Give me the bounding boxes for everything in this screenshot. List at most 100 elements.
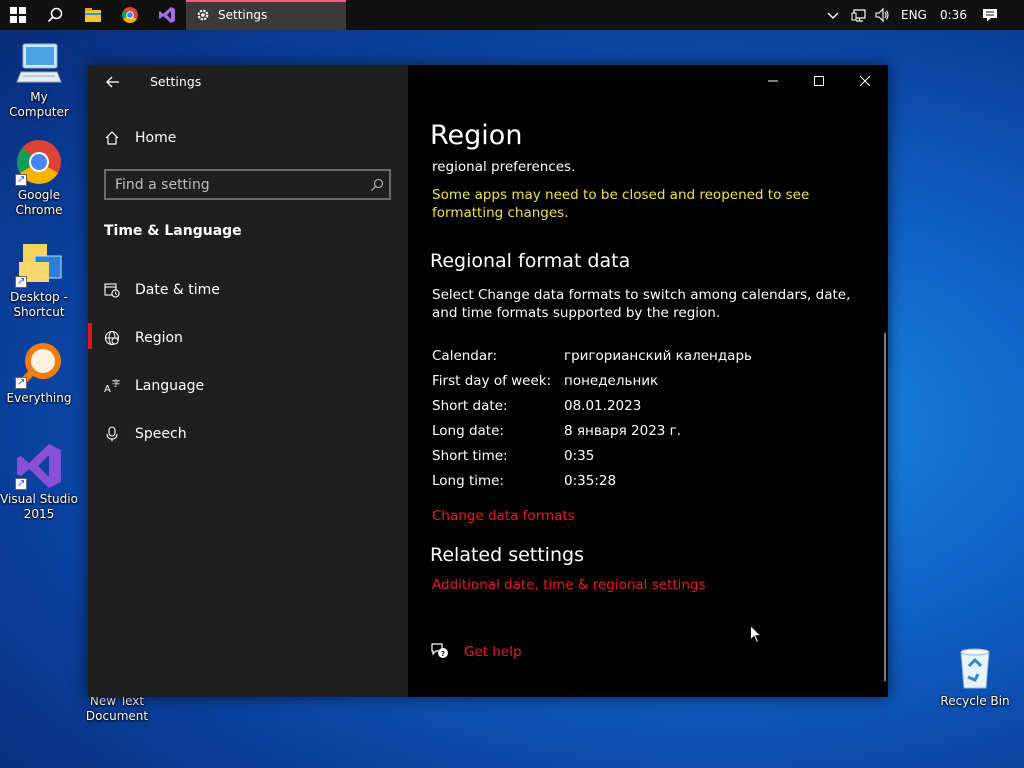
desktop-icon-label: Everything bbox=[6, 391, 72, 405]
help-chat-icon: ? bbox=[430, 642, 450, 662]
language-icon: A 字 bbox=[104, 378, 120, 394]
region-content-pane: Region regional preferences. Some apps m… bbox=[408, 65, 888, 697]
maximize-button[interactable] bbox=[796, 65, 842, 97]
format-row-value: григорианский календарь bbox=[564, 348, 752, 364]
related-settings-heading: Related settings bbox=[430, 544, 584, 566]
folder-icon bbox=[85, 8, 101, 22]
taskbar-settings-label: Settings bbox=[218, 8, 268, 22]
format-row-label: Calendar: bbox=[432, 348, 498, 364]
additional-regional-settings-link[interactable]: Additional date, time & regional setting… bbox=[432, 576, 706, 594]
svg-text:字: 字 bbox=[112, 378, 120, 388]
desktop-icon-label: Visual Studio 2015 bbox=[0, 492, 78, 521]
format-row-value: 08.01.2023 bbox=[564, 398, 642, 414]
page-title: Region bbox=[430, 120, 523, 151]
nav-item-label: Date & time bbox=[135, 282, 220, 298]
content-scrollbar[interactable] bbox=[884, 333, 886, 681]
notification-icon bbox=[983, 9, 997, 22]
computer-icon bbox=[16, 43, 62, 83]
format-row-label: Long date: bbox=[432, 423, 504, 439]
speaker-icon bbox=[875, 7, 889, 23]
show-hidden-icons[interactable] bbox=[826, 0, 840, 30]
get-help-link[interactable]: Get help bbox=[464, 643, 522, 661]
visual-studio-icon bbox=[159, 7, 175, 23]
nav-home-label: Home bbox=[135, 130, 177, 146]
windows-logo-icon bbox=[10, 7, 26, 23]
mouse-cursor-icon bbox=[750, 625, 762, 644]
desktop-icon-label: New Text Document bbox=[85, 694, 149, 723]
nav-item-date-time[interactable]: Date & time bbox=[104, 272, 220, 308]
maximize-icon bbox=[814, 76, 824, 86]
intro-text-tail: regional preferences. bbox=[432, 159, 576, 175]
taskbar-settings-app[interactable]: Settings bbox=[186, 0, 346, 30]
nav-section-title: Time & Language bbox=[104, 223, 242, 239]
globe-icon bbox=[104, 330, 120, 346]
format-row-value: 0:35 bbox=[564, 448, 595, 464]
desktop-icon-google-chrome[interactable]: Google Chrome bbox=[0, 138, 78, 218]
desktop-icon-everything[interactable]: Everything bbox=[0, 341, 78, 406]
taskbar-chrome[interactable] bbox=[112, 0, 148, 30]
microphone-icon bbox=[104, 426, 120, 442]
change-data-formats-link[interactable]: Change data formats bbox=[432, 507, 575, 525]
settings-window: Settings Home Time & Language bbox=[88, 65, 888, 697]
start-button[interactable] bbox=[0, 0, 36, 30]
desktop-icon-label: Recycle Bin bbox=[940, 694, 1010, 708]
window-title: Settings bbox=[150, 74, 202, 89]
taskbar-visual-studio[interactable] bbox=[149, 0, 185, 30]
network-status[interactable] bbox=[851, 0, 867, 30]
close-icon bbox=[860, 76, 870, 86]
action-center-button[interactable] bbox=[982, 0, 998, 30]
search-button[interactable] bbox=[37, 0, 73, 30]
close-button[interactable] bbox=[842, 65, 888, 97]
format-row-value: понедельник bbox=[564, 373, 659, 389]
shortcut-arrow-icon bbox=[15, 172, 27, 187]
restart-apps-warning: Some apps may need to be closed and reop… bbox=[432, 187, 810, 221]
desktop-icon-recycle-bin[interactable]: Recycle Bin bbox=[936, 644, 1014, 709]
search-icon bbox=[47, 7, 63, 23]
nav-item-region[interactable]: Region bbox=[104, 320, 183, 356]
format-row-label: First day of week: bbox=[432, 373, 552, 389]
format-row-label: Short time: bbox=[432, 448, 508, 464]
minimize-button[interactable] bbox=[750, 65, 796, 97]
back-button[interactable] bbox=[101, 70, 125, 94]
shortcut-arrow-icon bbox=[15, 476, 27, 491]
shortcut-arrow-icon bbox=[15, 274, 27, 289]
regional-format-heading: Regional format data bbox=[430, 250, 631, 272]
format-row-label: Long time: bbox=[432, 473, 505, 489]
desktop-icon-visual-studio[interactable]: Visual Studio 2015 bbox=[0, 442, 78, 522]
format-row-value: 8 января 2023 г. bbox=[564, 423, 682, 439]
settings-nav-pane: Settings Home Time & Language bbox=[88, 65, 408, 697]
search-icon bbox=[365, 178, 389, 192]
nav-item-label: Region bbox=[135, 330, 183, 346]
arrow-left-icon bbox=[106, 76, 119, 88]
find-setting-search[interactable] bbox=[104, 169, 391, 200]
nav-home[interactable]: Home bbox=[104, 120, 176, 156]
desktop-icon-label: Desktop - Shortcut bbox=[10, 290, 68, 319]
svg-text:A: A bbox=[104, 384, 111, 394]
format-row-value: 0:35:28 bbox=[564, 473, 617, 489]
desktop-icon-my-computer[interactable]: My Computer bbox=[0, 40, 78, 120]
nav-item-language[interactable]: A 字 Language bbox=[104, 368, 204, 404]
desktop-icon-label: Google Chrome bbox=[15, 188, 63, 217]
network-icon bbox=[851, 9, 866, 22]
format-row-label: Short date: bbox=[432, 398, 508, 414]
input-language[interactable]: ENG bbox=[901, 0, 927, 30]
svg-text:?: ? bbox=[441, 650, 445, 658]
nav-item-label: Speech bbox=[135, 426, 187, 442]
nav-item-speech[interactable]: Speech bbox=[104, 416, 187, 452]
calendar-clock-icon bbox=[104, 282, 120, 298]
regional-format-description: Select Change data formats to switch amo… bbox=[432, 287, 851, 321]
shortcut-arrow-icon bbox=[15, 375, 27, 390]
gear-icon bbox=[197, 9, 209, 21]
desktop-icon-new-text-document[interactable]: New Text Document bbox=[78, 694, 156, 724]
search-input[interactable] bbox=[106, 175, 365, 194]
chevron-up-icon bbox=[827, 12, 839, 19]
desktop-icon-desktop-shortcut[interactable]: Desktop - Shortcut bbox=[0, 240, 78, 320]
recycle-bin-icon bbox=[960, 648, 990, 689]
selected-indicator bbox=[88, 323, 92, 349]
taskbar-clock[interactable]: 0:36 bbox=[940, 0, 967, 30]
taskbar: Settings ENG 0:36 bbox=[0, 0, 1024, 30]
taskbar-file-explorer[interactable] bbox=[75, 0, 111, 30]
desktop-icon-label: My Computer bbox=[9, 90, 69, 119]
volume-control[interactable] bbox=[874, 0, 890, 30]
minimize-icon bbox=[768, 80, 778, 82]
